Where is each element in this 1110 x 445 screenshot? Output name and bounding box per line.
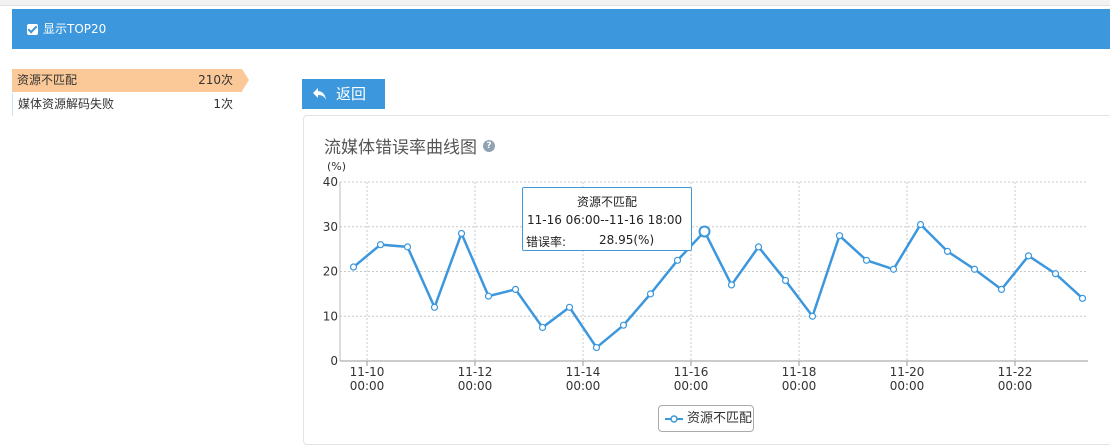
data-point <box>565 303 574 311</box>
data-point <box>376 241 385 249</box>
data-point <box>970 265 979 273</box>
x-tick-label-time: 00:00 <box>350 379 385 393</box>
tooltip-title: 资源不匹配 <box>576 195 637 209</box>
data-point <box>1051 270 1060 278</box>
y-tick-label: 20 <box>323 265 338 279</box>
data-point <box>997 285 1006 293</box>
x-tick-label-date: 11-22 <box>998 365 1033 379</box>
chart-legend-item[interactable]: 资源不匹配 <box>658 405 754 432</box>
tooltip-metric-value: 28.95(%) <box>599 233 655 247</box>
data-point <box>808 312 817 320</box>
data-point <box>646 290 655 298</box>
data-point <box>727 281 736 289</box>
data-point-highlighted <box>698 225 711 238</box>
x-tick-label-date: 11-12 <box>458 365 493 379</box>
data-point <box>403 243 412 251</box>
data-point <box>1078 294 1087 302</box>
data-point <box>943 247 952 255</box>
x-tick-label-time: 00:00 <box>674 379 709 393</box>
data-point <box>457 229 466 238</box>
data-point <box>484 292 493 300</box>
y-tick-label: 10 <box>323 309 338 323</box>
data-point <box>511 285 520 293</box>
x-tick-label-date: 11-20 <box>890 365 925 379</box>
x-tick-label-time: 00:00 <box>458 379 493 393</box>
x-tick-label-date: 11-18 <box>782 365 817 379</box>
legend-label: 资源不匹配 <box>687 411 753 426</box>
x-tick-label-date: 11-10 <box>350 365 385 379</box>
data-point <box>835 232 844 240</box>
x-tick-label-time: 00:00 <box>782 379 817 393</box>
x-tick-label-time: 00:00 <box>890 379 925 393</box>
x-tick-label-date: 11-16 <box>674 365 709 379</box>
tooltip-metric-label: 错误率: <box>526 235 567 249</box>
data-tooltip: 资源不匹配 11-16 06:00--11-16 18:00 错误率: 28.9… <box>522 187 692 251</box>
y-tick-label: 30 <box>323 220 338 234</box>
data-point <box>619 321 628 329</box>
data-point <box>781 276 790 285</box>
data-point <box>916 220 925 229</box>
data-point <box>430 303 439 311</box>
data-point <box>754 243 763 251</box>
y-tick-label: 0 <box>330 354 338 368</box>
legend-line-marker-icon <box>665 415 683 423</box>
data-point <box>673 256 682 264</box>
series-line <box>352 223 1084 349</box>
data-point <box>592 343 601 352</box>
data-point <box>889 265 898 273</box>
data-point <box>1024 252 1033 260</box>
x-tick-label-date: 11-14 <box>566 365 601 379</box>
y-tick-label: 40 <box>323 175 338 189</box>
y-axis-unit: (%) <box>327 160 346 173</box>
x-tick-label-time: 00:00 <box>566 379 601 393</box>
x-tick-label-time: 00:00 <box>998 379 1033 393</box>
data-point <box>349 263 358 271</box>
tooltip-time-range: 11-16 06:00--11-16 18:00 <box>527 213 683 227</box>
data-point <box>538 323 547 332</box>
data-point <box>862 256 871 264</box>
